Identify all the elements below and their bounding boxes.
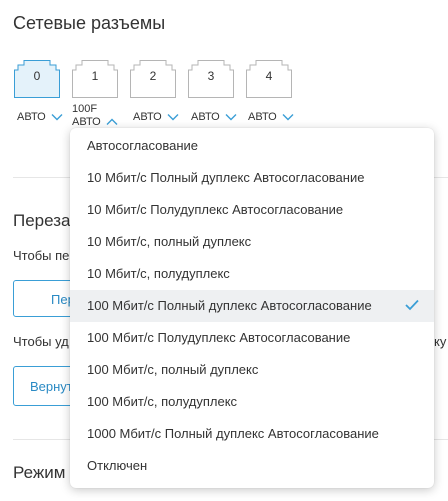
chevron-down-icon (167, 114, 179, 121)
port-number: 2 (149, 69, 157, 83)
port-number: 1 (91, 69, 99, 83)
dropdown-option[interactable]: 10 Мбит/с Полный дуплекс Автосогласовани… (70, 162, 434, 194)
dropdown-option[interactable]: 100 Мбит/с, полный дуплекс (70, 354, 434, 386)
checkmark-icon (405, 299, 419, 311)
port-number: 0 (33, 69, 41, 83)
section-title: Режим (13, 463, 66, 482)
port-0[interactable]: 0 (14, 60, 60, 98)
port-number: 4 (265, 69, 273, 83)
port-mode-dropdown: Автосогласование 10 Мбит/с Полный дуплек… (70, 128, 434, 488)
port-2[interactable]: 2 (130, 60, 176, 98)
chevron-down-icon (282, 114, 294, 121)
port-mode-value: 100F (72, 103, 98, 115)
chevron-up-icon (106, 118, 118, 126)
dropdown-option[interactable]: 1000 Мбит/с Полный дуплекс Автосогласова… (70, 418, 434, 450)
restore-button-label: Вернут (30, 379, 73, 394)
section-description-tail: ку (434, 334, 447, 349)
chevron-down-icon (51, 114, 63, 121)
port-0-mode-select[interactable]: АВТО (17, 112, 63, 123)
dropdown-option[interactable]: 10 Мбит/с, полный дуплекс (70, 226, 434, 258)
port-3[interactable]: 3 (188, 60, 234, 98)
chevron-down-icon (225, 114, 237, 121)
port-number: 3 (207, 69, 215, 83)
port-1-mode-select[interactable]: 100F АВТО (72, 104, 118, 128)
section-description: Чтобы уд (13, 334, 69, 349)
port-mode-value: АВТО (191, 111, 220, 123)
port-mode-secondary: АВТО (72, 116, 101, 128)
port-4-mode-select[interactable]: АВТО (248, 112, 294, 123)
port-2-mode-select[interactable]: АВТО (133, 112, 179, 123)
dropdown-option[interactable]: 100 Мбит/с Полудуплекс Автосогласование (70, 322, 434, 354)
port-3-mode-select[interactable]: АВТО (191, 112, 237, 123)
port-1[interactable]: 1 (72, 60, 118, 98)
dropdown-option-selected[interactable]: 100 Мбит/с Полный дуплекс Автосогласован… (70, 290, 434, 322)
section-title: Переза (13, 211, 71, 230)
port-mode-value: АВТО (133, 111, 162, 123)
port-mode-value: АВТО (248, 111, 277, 123)
dropdown-option[interactable]: 10 Мбит/с Полудуплекс Автосогласование (70, 194, 434, 226)
section-description: Чтобы пе (13, 248, 70, 263)
dropdown-option[interactable]: 10 Мбит/с, полудуплекс (70, 258, 434, 290)
port-mode-value: АВТО (17, 111, 46, 123)
dropdown-option[interactable]: Автосогласование (70, 130, 434, 162)
dropdown-option[interactable]: 100 Мбит/с, полудуплекс (70, 386, 434, 418)
page-title: Сетевые разъемы (13, 13, 166, 33)
port-4[interactable]: 4 (246, 60, 292, 98)
dropdown-option[interactable]: Отключен (70, 450, 434, 482)
